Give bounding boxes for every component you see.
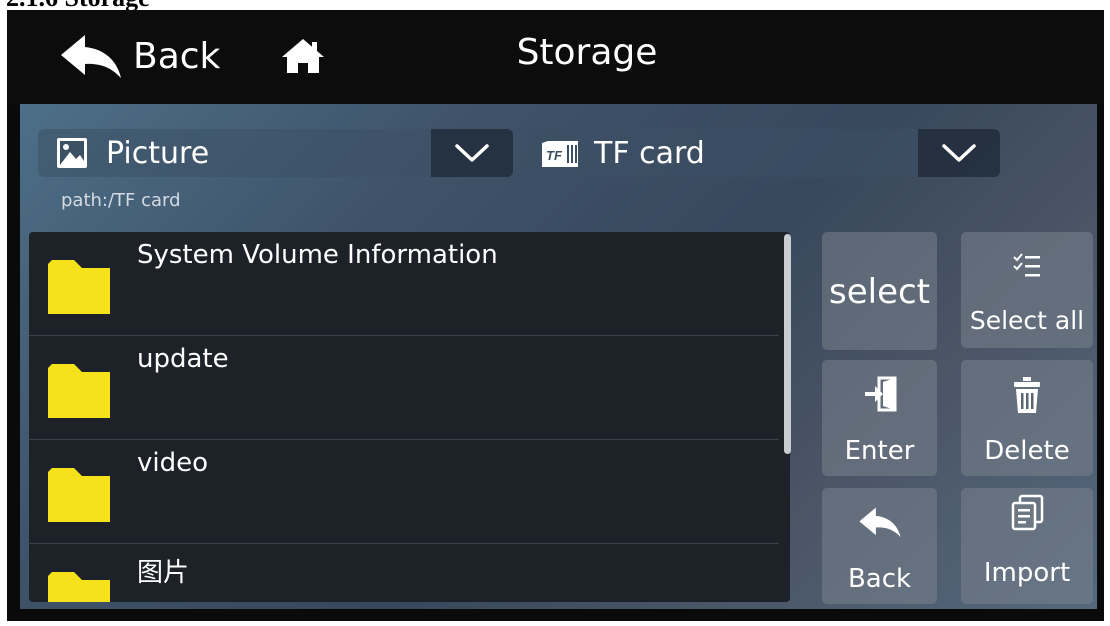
chevron-down-icon: [455, 144, 489, 162]
current-path: path:/TF card: [61, 190, 181, 211]
enter-button[interactable]: Enter: [822, 360, 937, 476]
storage-source-label: TF card: [594, 136, 705, 171]
file-name: video: [137, 448, 209, 478]
storage-source-dropdown[interactable]: TF TF card: [522, 129, 1000, 177]
back-label: Back: [847, 564, 912, 594]
delete-label: Delete: [984, 436, 1070, 466]
chevron-down-icon: [942, 144, 976, 162]
back-button[interactable]: Back: [822, 488, 937, 604]
list-item[interactable]: System Volume Information: [29, 232, 779, 336]
select-button[interactable]: select: [822, 232, 937, 350]
import-label: Import: [983, 558, 1071, 588]
folder-icon: [48, 364, 110, 418]
delete-button[interactable]: Delete: [961, 360, 1093, 476]
select-all-button[interactable]: Select all: [961, 232, 1093, 348]
enter-label: Enter: [844, 436, 915, 466]
media-type-chevron[interactable]: [431, 129, 513, 177]
picture-icon: [57, 138, 87, 168]
file-list: System Volume Information update video 图…: [29, 232, 790, 602]
list-item[interactable]: video: [29, 440, 779, 544]
storage-screen: Back Storage Picture TF TF card path:/TF…: [7, 10, 1104, 621]
file-name: update: [137, 344, 229, 374]
list-item[interactable]: 图片: [29, 544, 779, 602]
import-button[interactable]: Import: [961, 488, 1093, 604]
import-documents-icon: [1011, 494, 1044, 531]
file-name: 图片: [137, 558, 190, 588]
back-arrow-icon: [858, 507, 901, 538]
trash-icon: [1014, 377, 1040, 413]
checklist-icon: [1013, 253, 1040, 277]
file-name: System Volume Information: [137, 240, 498, 270]
bottom-bezel: [7, 609, 1104, 621]
main-panel: Picture TF TF card path:/TF card System …: [20, 104, 1097, 609]
tf-card-icon: TF: [542, 141, 578, 167]
tf-card-icon-text: TF: [546, 148, 563, 163]
storage-source-chevron[interactable]: [918, 129, 1000, 177]
select-all-label: Select all: [969, 306, 1085, 335]
document-heading: 2.1.6 Storage: [6, 0, 150, 10]
folder-icon: [48, 572, 110, 602]
media-type-dropdown[interactable]: Picture: [38, 129, 513, 177]
folder-icon: [48, 260, 110, 314]
title-bar: Back Storage: [7, 10, 1104, 104]
enter-door-icon: [864, 376, 896, 412]
media-type-label: Picture: [106, 136, 210, 171]
page-title: Storage: [516, 32, 658, 73]
list-item[interactable]: update: [29, 336, 779, 440]
folder-icon: [48, 468, 110, 522]
select-label: select: [828, 272, 931, 312]
file-list-scrollbar[interactable]: [784, 234, 791, 454]
